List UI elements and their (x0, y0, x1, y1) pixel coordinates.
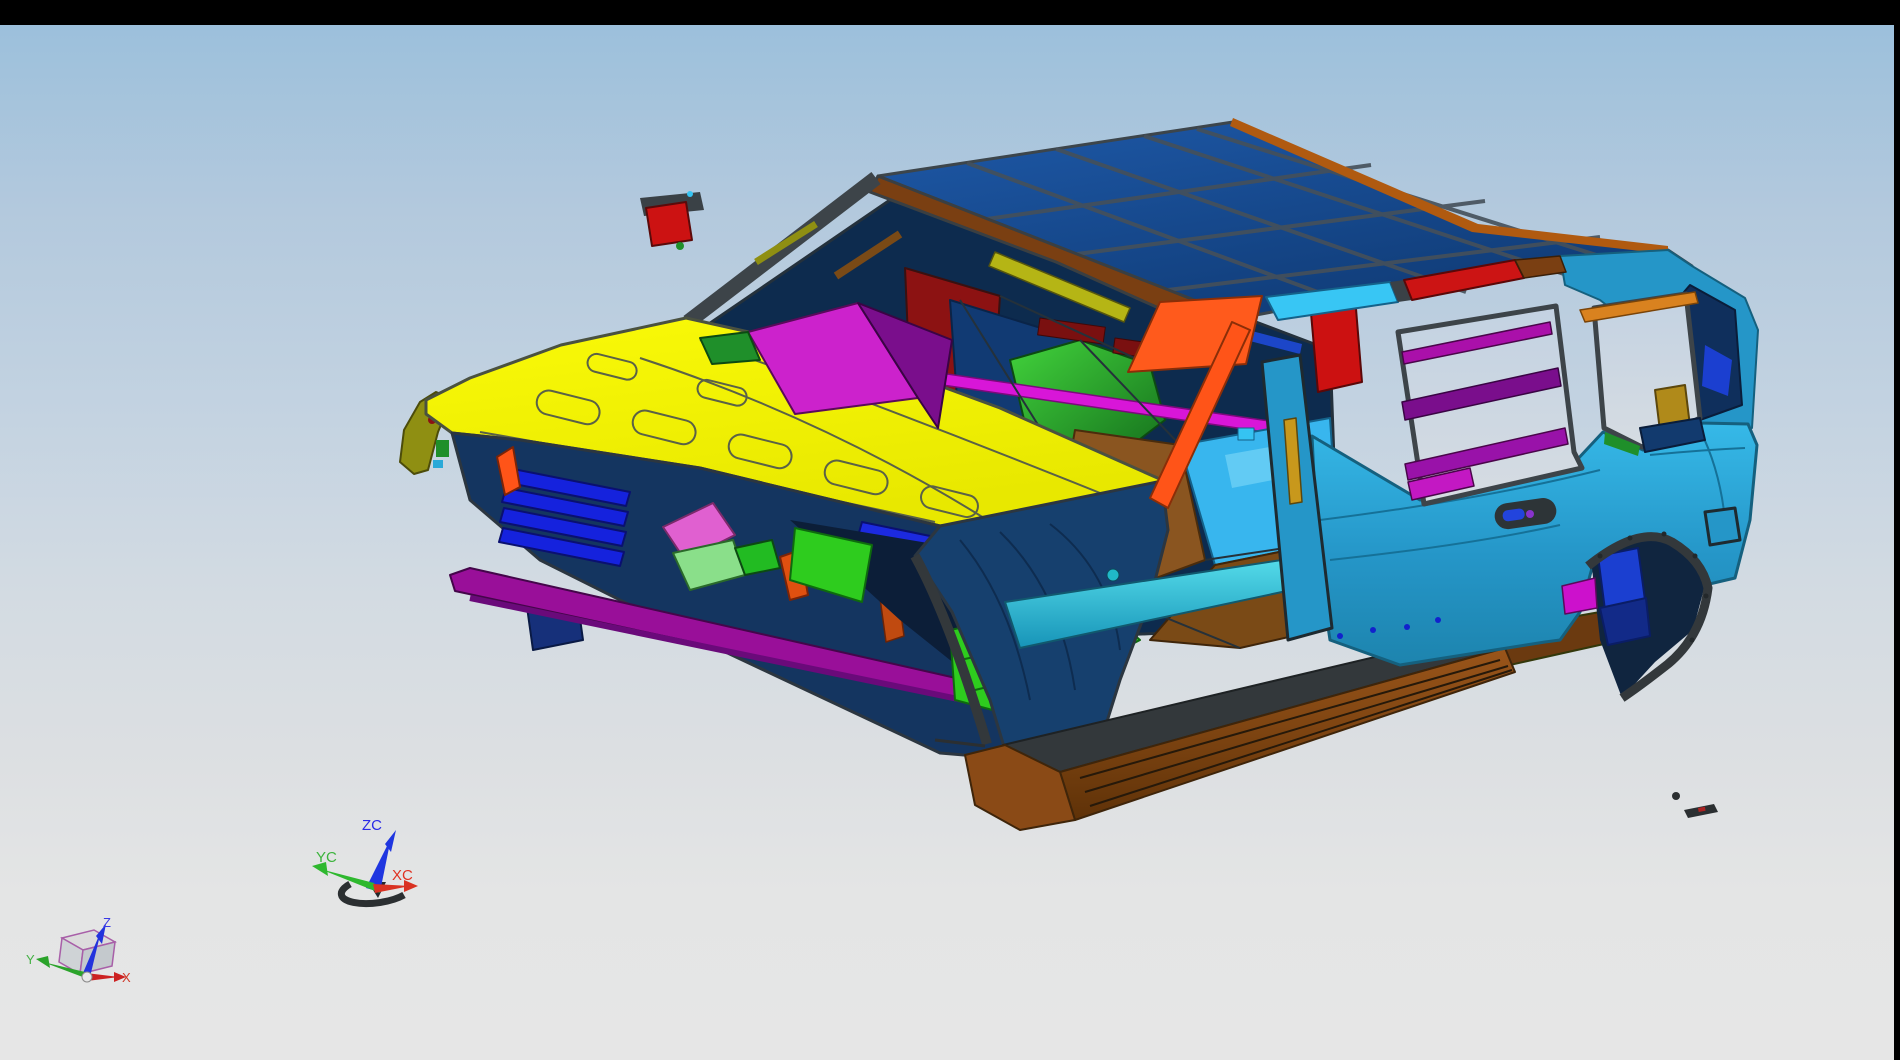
wcs-triad[interactable]: ZC YC XC (312, 817, 418, 904)
mirror-bracket-red[interactable] (646, 202, 692, 246)
wcs-x-label: XC (392, 867, 413, 884)
rail-brown-segment[interactable] (1515, 256, 1566, 278)
wcs-y-label: YC (316, 849, 337, 866)
application-window: ZC YC XC Z Y X (0, 0, 1900, 1060)
datum-x-label: X (122, 970, 131, 985)
scene-svg: ZC YC XC Z Y X (0, 0, 1900, 1060)
fender-teal-hole (1107, 569, 1119, 581)
debris-parts (1672, 792, 1718, 818)
fender-strip-cyan-bit (433, 460, 443, 468)
debris-dot[interactable] (1672, 792, 1680, 800)
window-top-bar (0, 0, 1900, 25)
cowl-green-sliver[interactable] (700, 332, 760, 364)
wcs-z-label: ZC (362, 817, 382, 834)
datum-z-label: Z (103, 915, 111, 930)
window-right-bar (1894, 0, 1900, 1060)
hvac-cyan-bit[interactable] (1238, 428, 1254, 440)
datum-csys[interactable]: Z Y X (26, 915, 131, 985)
datum-y-label: Y (26, 952, 35, 967)
bracket-cyan-dot (687, 191, 693, 197)
tail-lamp-bracket[interactable] (1705, 508, 1740, 545)
datum-origin-ball[interactable] (82, 972, 92, 982)
fender-strip-green-bit (436, 440, 449, 457)
datum-y-arrowhead (36, 956, 50, 968)
car-model[interactable] (400, 118, 1758, 830)
bracket-green-dot (676, 242, 684, 250)
